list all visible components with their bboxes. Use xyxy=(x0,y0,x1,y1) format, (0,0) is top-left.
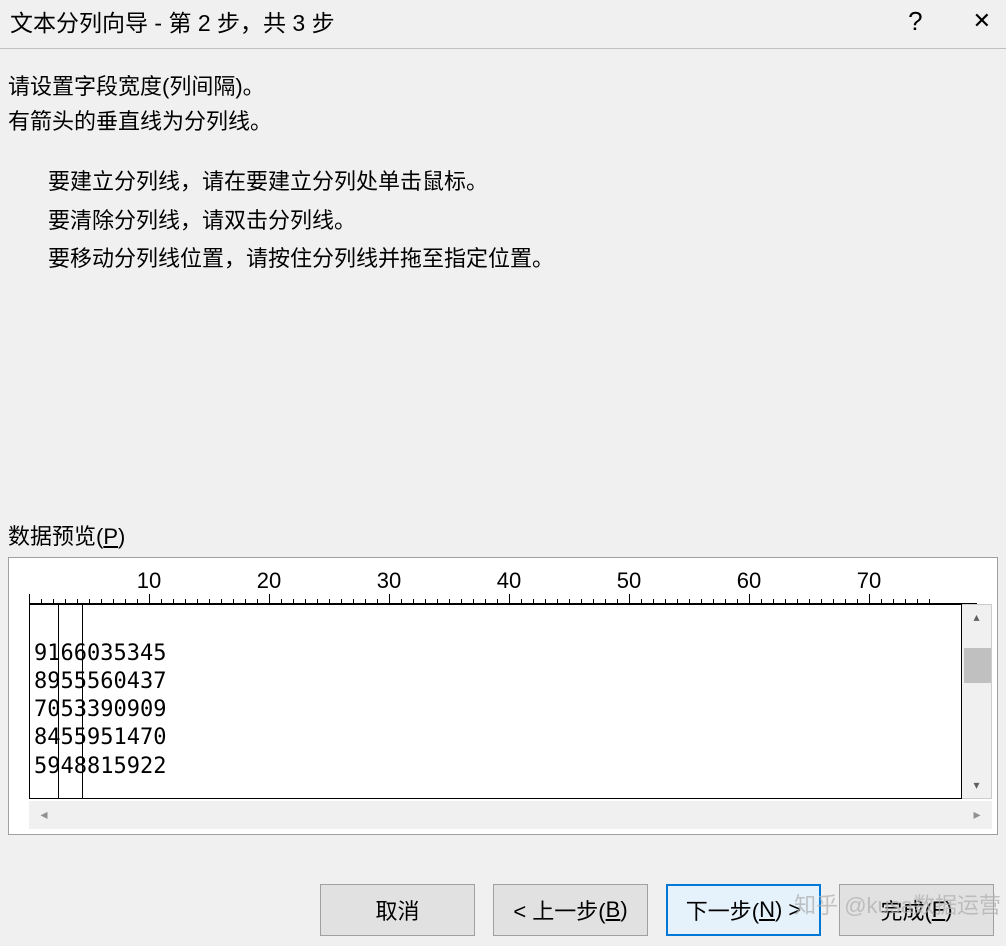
scroll-right-icon[interactable]: ▸ xyxy=(962,806,992,823)
ruler-tick-label: 50 xyxy=(617,568,641,594)
back-button[interactable]: < 上一步(B) xyxy=(493,884,648,936)
dialog-title: 文本分列向导 - 第 2 步，共 3 步 xyxy=(10,4,335,38)
vscroll-track[interactable] xyxy=(962,630,991,773)
help-icon[interactable]: ? xyxy=(908,6,922,37)
ruler: 10 20 30 40 50 60 70 xyxy=(29,568,977,604)
vscroll-thumb[interactable] xyxy=(964,648,991,683)
instructions: 请设置字段宽度(列间隔)。 有箭头的垂直线为分列线。 要建立分列线，请在要建立分… xyxy=(8,69,998,279)
text-to-columns-wizard-dialog: 文本分列向导 - 第 2 步，共 3 步 ? ✕ 请设置字段宽度(列间隔)。 有… xyxy=(0,0,1006,946)
horizontal-scrollbar[interactable]: ◂ ▸ xyxy=(29,801,992,829)
data-preview-box: 10 20 30 40 50 60 70 9166035345 8955560437 705… xyxy=(8,557,998,835)
ruler-tick-label: 40 xyxy=(497,568,521,594)
instruction-sub2: 要清除分列线，请双击分列线。 xyxy=(8,202,998,241)
column-break-line[interactable] xyxy=(82,604,83,798)
scroll-left-icon[interactable]: ◂ xyxy=(29,806,59,823)
ruler-tick-label: 60 xyxy=(737,568,761,594)
ruler-tick-label: 70 xyxy=(857,568,881,594)
data-preview-label: 数据预览(P) xyxy=(8,519,998,551)
scroll-up-icon[interactable]: ▴ xyxy=(962,605,991,630)
finish-button[interactable]: 完成(F) xyxy=(839,884,994,936)
dialog-content: 请设置字段宽度(列间隔)。 有箭头的垂直线为分列线。 要建立分列线，请在要建立分… xyxy=(0,49,1006,864)
instruction-sub3: 要移动分列线位置，请按住分列线并拖至指定位置。 xyxy=(8,240,998,279)
instruction-line2: 有箭头的垂直线为分列线。 xyxy=(8,104,998,139)
instruction-line1: 请设置字段宽度(列间隔)。 xyxy=(8,69,998,104)
titlebar-controls: ? ✕ xyxy=(908,6,991,37)
ruler-tick-label: 30 xyxy=(377,568,401,594)
titlebar: 文本分列向导 - 第 2 步，共 3 步 ? ✕ xyxy=(0,0,1006,49)
vertical-scrollbar[interactable]: ▴ ▾ xyxy=(962,604,992,799)
data-rows: 9166035345 8955560437 7053390909 8455951… xyxy=(30,640,961,781)
ruler-tick-label: 10 xyxy=(137,568,161,594)
close-icon[interactable]: ✕ xyxy=(973,8,991,34)
data-area[interactable]: 9166035345 8955560437 7053390909 8455951… xyxy=(29,604,962,799)
scroll-down-icon[interactable]: ▾ xyxy=(962,773,991,798)
ruler-tick-label: 20 xyxy=(257,568,281,594)
instruction-sub1: 要建立分列线，请在要建立分列处单击鼠标。 xyxy=(8,163,998,202)
cancel-button[interactable]: 取消 xyxy=(320,884,475,936)
next-button[interactable]: 下一步(N) > xyxy=(666,884,821,936)
data-preview-section: 数据预览(P) 10 20 30 40 50 60 70 9166035345 895556… xyxy=(8,519,998,835)
button-row: 取消 < 上一步(B) 下一步(N) > 完成(F) xyxy=(0,864,1006,946)
column-break-line[interactable] xyxy=(58,604,59,798)
